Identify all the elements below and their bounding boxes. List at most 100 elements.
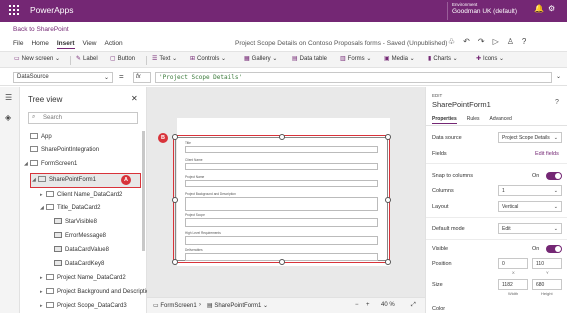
hamburger-icon[interactable]: ☰: [5, 93, 12, 102]
resize-handle[interactable]: [279, 134, 285, 140]
left-rail: ☰ ◈: [0, 87, 20, 313]
breadcrumb-form[interactable]: ▤ SharePointForm1 ⌄: [207, 302, 268, 309]
icons-menu[interactable]: ✚ Icons ⌄: [476, 55, 504, 62]
tree-view-title: Tree view: [28, 95, 63, 104]
chart-icon: ▮: [428, 56, 432, 62]
undo-icon[interactable]: ↶: [463, 37, 470, 46]
gallery-menu[interactable]: ▦ Gallery ⌄: [244, 55, 277, 62]
controls-menu[interactable]: ⊞ Controls ⌄: [190, 55, 226, 62]
close-icon[interactable]: ✕: [131, 94, 138, 103]
tree-node-client-name-datacard2[interactable]: ▸ Client Name_DataCard2: [40, 190, 122, 200]
forms-menu[interactable]: ▥ Forms ⌄: [340, 55, 371, 62]
tree-node-datacardvalue8[interactable]: DataCardValue8: [54, 245, 109, 255]
breadcrumb-screen[interactable]: ▭ FormScreen1: [153, 302, 197, 309]
tab-action[interactable]: Action: [105, 40, 123, 49]
property-dropdown[interactable]: DataSource ⌄: [13, 72, 113, 83]
zoom-out-button[interactable]: −: [355, 302, 359, 308]
environment-name: Goodman UK (default): [452, 8, 518, 15]
height-input[interactable]: 680: [532, 279, 562, 290]
tree-node-formscreen1[interactable]: ◢ FormScreen1: [24, 159, 77, 169]
width-label: Width: [508, 291, 519, 296]
top-toolbar: ♧ ↶ ↷ ▷ ♙ ?: [448, 37, 526, 46]
user-icon[interactable]: ♙: [507, 37, 514, 46]
text-menu[interactable]: ☰ Text ⌄: [152, 55, 177, 62]
expand-formula-icon[interactable]: ⌄: [556, 73, 561, 80]
formula-input[interactable]: 'Project Scope Details': [155, 72, 552, 83]
input-control-icon: [54, 246, 62, 252]
tree-node-starvisible8[interactable]: StarVisible8: [54, 217, 97, 227]
resize-handle[interactable]: [172, 134, 178, 140]
media-menu[interactable]: ▣ Media ⌄: [384, 55, 415, 62]
fit-to-screen-icon[interactable]: ⤢: [411, 302, 416, 309]
app-icon: [30, 133, 38, 139]
tree-search-input[interactable]: ⌕ Search: [28, 112, 138, 124]
tree-node-project-scope-datacard3[interactable]: ▸ Project Scope_DataCard3: [40, 301, 127, 311]
breadcrumb-separator: ›: [199, 302, 201, 308]
design-canvas[interactable]: Title Client Name Project Name Project B…: [147, 87, 425, 297]
ribbon-divider: [70, 56, 71, 65]
snap-to-columns-toggle[interactable]: [546, 172, 562, 180]
label-button[interactable]: ✎ Label: [76, 55, 98, 62]
layers-icon[interactable]: ◈: [5, 113, 11, 122]
chevron-down-icon: ⌄: [553, 188, 558, 194]
properties-header: EDIT: [432, 93, 443, 98]
tab-home[interactable]: Home: [31, 40, 48, 49]
tab-view[interactable]: View: [83, 40, 97, 49]
play-icon[interactable]: ▷: [493, 37, 499, 46]
width-input[interactable]: 1182: [498, 279, 528, 290]
datacard-icon: [46, 274, 54, 280]
bell-icon[interactable]: 🔔: [534, 4, 544, 13]
columns-dropdown[interactable]: 1 ⌄: [498, 185, 562, 196]
fx-icon[interactable]: fx: [133, 72, 151, 83]
back-to-sharepoint-link[interactable]: Back to SharePoint: [13, 26, 69, 33]
app-launcher-icon[interactable]: [9, 5, 21, 17]
label-control-icon: [54, 218, 62, 224]
data-source-dropdown[interactable]: Project Scope Details ⌄: [498, 132, 562, 143]
tree-node-datacardkey8[interactable]: DataCardKey8: [54, 259, 104, 269]
position-y-input[interactable]: 110: [532, 258, 562, 269]
tree-node-project-name-datacard2[interactable]: ▸ Project Name_DataCard2: [40, 273, 126, 283]
gear-icon[interactable]: ⚙: [548, 4, 555, 13]
tree-node-sharepoint-integration[interactable]: SharePointIntegration: [30, 145, 99, 155]
charts-menu[interactable]: ▮ Charts ⌄: [428, 55, 458, 62]
resize-handle[interactable]: [279, 259, 285, 265]
tree-node-sharepointform1[interactable]: ◢ SharePointForm1: [32, 175, 96, 185]
sharepoint-form[interactable]: Title Client Name Project Name Project B…: [175, 137, 388, 261]
insert-ribbon: ▭ New screen ⌄ ✎ Label ▢ Button ☰ Text ⌄ ⊞ Co…: [0, 51, 567, 68]
help-icon[interactable]: ?: [522, 37, 526, 46]
form-field: High Level Requirements: [185, 231, 378, 245]
tree-node-app[interactable]: App: [30, 132, 52, 142]
resize-handle[interactable]: [172, 259, 178, 265]
properties-panel: EDIT SharePointForm1 ? Properties Rules …: [425, 87, 567, 313]
tab-advanced[interactable]: Advanced: [490, 116, 512, 124]
resize-handle[interactable]: [385, 134, 391, 140]
zoom-in-button[interactable]: +: [366, 302, 370, 308]
help-icon[interactable]: ?: [555, 99, 559, 106]
tree-node-title-datacard2[interactable]: ◢ Title_DataCard2: [40, 203, 100, 213]
tree-node-errormessage8[interactable]: ErrorMessage8: [54, 231, 106, 241]
redo-icon[interactable]: ↷: [478, 37, 485, 46]
environment-picker[interactable]: Environment Goodman UK (default): [447, 2, 517, 20]
resize-handle[interactable]: [385, 197, 391, 203]
resize-handle[interactable]: [172, 197, 178, 203]
tab-insert[interactable]: Insert: [56, 40, 75, 49]
layout-dropdown[interactable]: Vertical ⌄: [498, 201, 562, 212]
tree-scrollbar[interactable]: [142, 131, 145, 251]
app-checker-icon[interactable]: ♧: [448, 37, 455, 46]
tab-properties[interactable]: Properties: [432, 116, 457, 124]
data-table-button[interactable]: ▤ Data table: [292, 55, 327, 62]
resize-handle[interactable]: [385, 259, 391, 265]
position-x-input[interactable]: 0: [498, 258, 528, 269]
visible-toggle[interactable]: [546, 245, 562, 253]
default-mode-dropdown[interactable]: Edit ⌄: [498, 223, 562, 234]
button-button[interactable]: ▢ Button: [110, 55, 135, 62]
tab-file[interactable]: File: [13, 40, 23, 49]
tab-rules[interactable]: Rules: [467, 116, 480, 124]
new-screen-button[interactable]: ▭ New screen ⌄: [14, 55, 60, 62]
tree-node-project-background[interactable]: ▸ Project Background and Description: [40, 287, 153, 297]
form-icon: [38, 176, 46, 182]
size-label: Size: [432, 282, 443, 288]
environment-label: Environment: [452, 2, 478, 7]
edit-fields-link[interactable]: Edit fields: [535, 151, 559, 157]
form-field-input: [185, 197, 378, 211]
